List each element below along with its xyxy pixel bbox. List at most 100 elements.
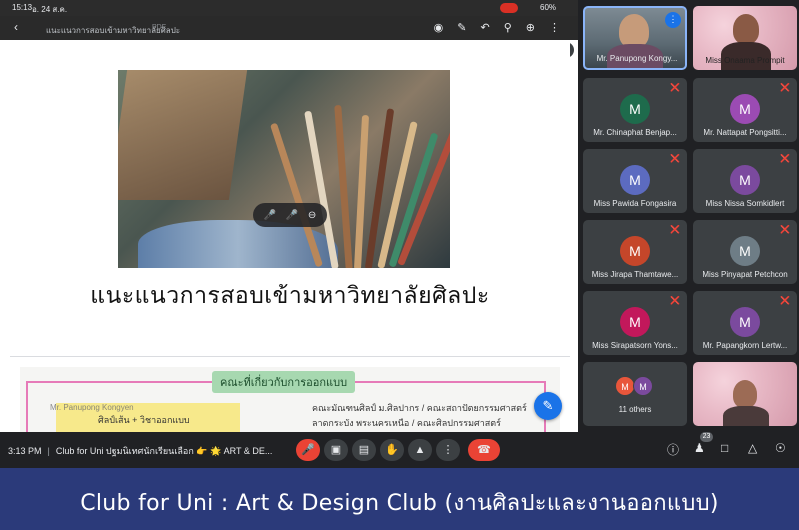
page-divider bbox=[10, 356, 570, 357]
remove-icon[interactable]: ⊖ bbox=[308, 210, 316, 221]
brush bbox=[353, 114, 370, 268]
slide-2: คณะที่เกี่ยวกับการออกแบบ Mr. Panupong Ko… bbox=[20, 367, 560, 432]
participant-tile-video[interactable]: Miss Onaama Prompit bbox=[693, 6, 797, 70]
participant-name: Miss Pawida Fongasira bbox=[593, 199, 677, 208]
presenter-controls: 🎤 🎤 ⊖ bbox=[253, 203, 327, 227]
camera-button[interactable]: ▣ bbox=[324, 439, 348, 461]
avatar: M bbox=[730, 307, 760, 337]
people-icon[interactable]: ♟ bbox=[694, 441, 705, 455]
faculties-list: คณะมัณฑนศิลป์ ม.ศิลปากร / คณะสถาปัตยกรรม… bbox=[312, 401, 527, 431]
brush bbox=[334, 104, 353, 268]
mute-icon[interactable]: 🎤 bbox=[286, 210, 298, 221]
participant-tile-video[interactable]: ⋮ Mr. Panupong Kongy... bbox=[583, 6, 687, 70]
mic-off-icon: ❌ bbox=[670, 154, 680, 163]
slide-title: แนะแนวการสอบเข้ามหาวิทยาลัยศิลปะ bbox=[90, 283, 490, 309]
participant-name: Mr. Panupong Kongy... bbox=[596, 54, 678, 63]
mic-off-icon: ❌ bbox=[670, 225, 680, 234]
slide-2-heading: คณะที่เกี่ยวกับการออกแบบ bbox=[212, 371, 356, 393]
participant-figure bbox=[619, 14, 649, 48]
others-tile[interactable]: M M 11 others bbox=[583, 362, 687, 426]
mic-off-icon: ❌ bbox=[670, 296, 680, 305]
participant-shirt bbox=[723, 406, 769, 426]
avatar: M bbox=[620, 94, 650, 124]
participant-tile[interactable]: ❌ M Miss Pinyapat Petchcon bbox=[693, 220, 797, 284]
avatar: M bbox=[620, 236, 650, 266]
search-icon[interactable]: ⚲ bbox=[504, 21, 512, 34]
meeting-control-bar: 3:13 PM | Club for Uni ปฐมนิเทศนักเรียนเลื… bbox=[0, 432, 799, 468]
mic-off-icon[interactable]: 🎤 bbox=[264, 210, 276, 221]
end-call-button[interactable]: ☎ bbox=[468, 439, 500, 461]
participant-figure bbox=[733, 14, 759, 44]
device-time: 15:13 bbox=[12, 3, 33, 12]
avatar: M bbox=[615, 376, 635, 396]
battery-level: 60% bbox=[540, 3, 557, 12]
device-status-bar: 15:13 อ. 24 ส.ค. 60% bbox=[0, 0, 578, 16]
participant-name: Miss Pinyapat Petchcon bbox=[702, 270, 788, 279]
captions-button[interactable]: ▤ bbox=[352, 439, 376, 461]
highlight-box-text: ศิลป์เส้น + วิชาออกแบบ bbox=[98, 415, 190, 425]
mic-off-icon: ❌ bbox=[780, 225, 790, 234]
present-icon: ▲ bbox=[414, 444, 426, 456]
mic-off-icon: ❌ bbox=[670, 83, 680, 92]
participant-name: Mr. Papangkorn Lertw... bbox=[702, 341, 788, 350]
end-call-icon: ☎ bbox=[477, 444, 491, 456]
chat-icon[interactable]: □ bbox=[721, 441, 728, 455]
activities-icon[interactable]: △ bbox=[748, 441, 757, 455]
banner-caption: Club for Uni : Art & Design Club (งานศิล… bbox=[80, 491, 719, 516]
raise-hand-icon: ✋ bbox=[385, 444, 399, 456]
avatar: M bbox=[730, 165, 760, 195]
avatar: M bbox=[633, 376, 653, 396]
undo-icon[interactable]: ↶ bbox=[481, 21, 490, 34]
avatar: M bbox=[730, 236, 760, 266]
mic-off-icon: 🎤 bbox=[301, 444, 315, 456]
participant-tile[interactable]: ❌ M Mr. Nattapat Pongsitti... bbox=[693, 78, 797, 142]
participant-tile[interactable]: ❌ M Miss Sirapatsorn Yons... bbox=[583, 291, 687, 355]
edit-pencil-button[interactable]: ✎ bbox=[534, 392, 562, 420]
participant-name: Miss Sirapatsorn Yons... bbox=[592, 341, 678, 350]
participant-count-badge: 23 bbox=[700, 432, 713, 442]
more-options-icon[interactable]: ⋮ bbox=[665, 12, 681, 28]
faculties-line: คณะมัณฑนศิลป์ ม.ศิลปากร / คณะสถาปัตยกรรม… bbox=[312, 403, 527, 413]
participant-figure bbox=[733, 380, 757, 408]
mic-off-icon: ❌ bbox=[780, 296, 790, 305]
others-count: 11 others bbox=[618, 405, 652, 414]
mic-off-icon: ❌ bbox=[780, 154, 790, 163]
ink-icon[interactable]: ◉ bbox=[434, 21, 444, 34]
participant-tile[interactable]: ❌ M Mr. Chinaphat Benjap... bbox=[583, 78, 687, 142]
participant-tile[interactable]: ❌ M Miss Jirapa Thamtawe... bbox=[583, 220, 687, 284]
avatar: M bbox=[620, 165, 650, 195]
mic-off-button[interactable]: 🎤 bbox=[296, 439, 320, 461]
meeting-time: 3:13 PM bbox=[8, 446, 42, 456]
raise-hand-button[interactable]: ✋ bbox=[380, 439, 404, 461]
avatar: M bbox=[730, 94, 760, 124]
participant-name: Miss Nissa Somkidlert bbox=[705, 199, 785, 208]
captions-icon: ▤ bbox=[358, 444, 370, 456]
highlight-icon[interactable]: ✎ bbox=[457, 21, 466, 34]
participant-tile-video[interactable] bbox=[693, 362, 797, 426]
caption-banner: Club for Uni : Art & Design Club (งานศิล… bbox=[0, 468, 799, 530]
document-type: PDF bbox=[152, 24, 166, 31]
brush bbox=[364, 108, 395, 268]
more-options-button[interactable]: ⋮ bbox=[436, 439, 460, 461]
meeting-info: 3:13 PM | Club for Uni ปฐมนิเทศนักเรียนเลื… bbox=[8, 444, 272, 458]
easel-canvas bbox=[118, 70, 248, 200]
more-vert-icon[interactable]: ⋮ bbox=[549, 21, 560, 34]
host-controls-icon[interactable]: ☉ bbox=[775, 441, 786, 455]
present-button[interactable]: ▲ bbox=[408, 439, 432, 461]
participant-name: Mr. Nattapat Pongsitti... bbox=[703, 128, 787, 137]
info-icon[interactable]: ⓘ bbox=[667, 441, 679, 458]
participant-name: Miss Jirapa Thamtawe... bbox=[591, 270, 679, 279]
participant-tile[interactable]: ❌ M Mr. Papangkorn Lertw... bbox=[693, 291, 797, 355]
faculties-line: ลาดกระบัง พระนครเหนือ / คณะศิลปกรรมศาสตร… bbox=[312, 418, 501, 428]
participant-tile[interactable]: ❌ M Miss Nissa Somkidlert bbox=[693, 149, 797, 213]
recording-icon bbox=[500, 3, 518, 13]
presenter-overlay-name: Mr. Panupong Kongyen bbox=[50, 403, 134, 412]
more-vert-icon: ⋮ bbox=[442, 444, 454, 456]
mic-off-icon: ❌ bbox=[780, 83, 790, 92]
arrow-back-icon[interactable]: ‹ bbox=[14, 20, 18, 34]
paintbrushes-photo bbox=[118, 70, 450, 268]
camera-icon: ▣ bbox=[330, 444, 342, 456]
device-date: อ. 24 ส.ค. bbox=[32, 5, 68, 14]
participant-tile[interactable]: ❌ M Miss Pawida Fongasira bbox=[583, 149, 687, 213]
add-icon[interactable]: ⊕ bbox=[526, 21, 535, 34]
